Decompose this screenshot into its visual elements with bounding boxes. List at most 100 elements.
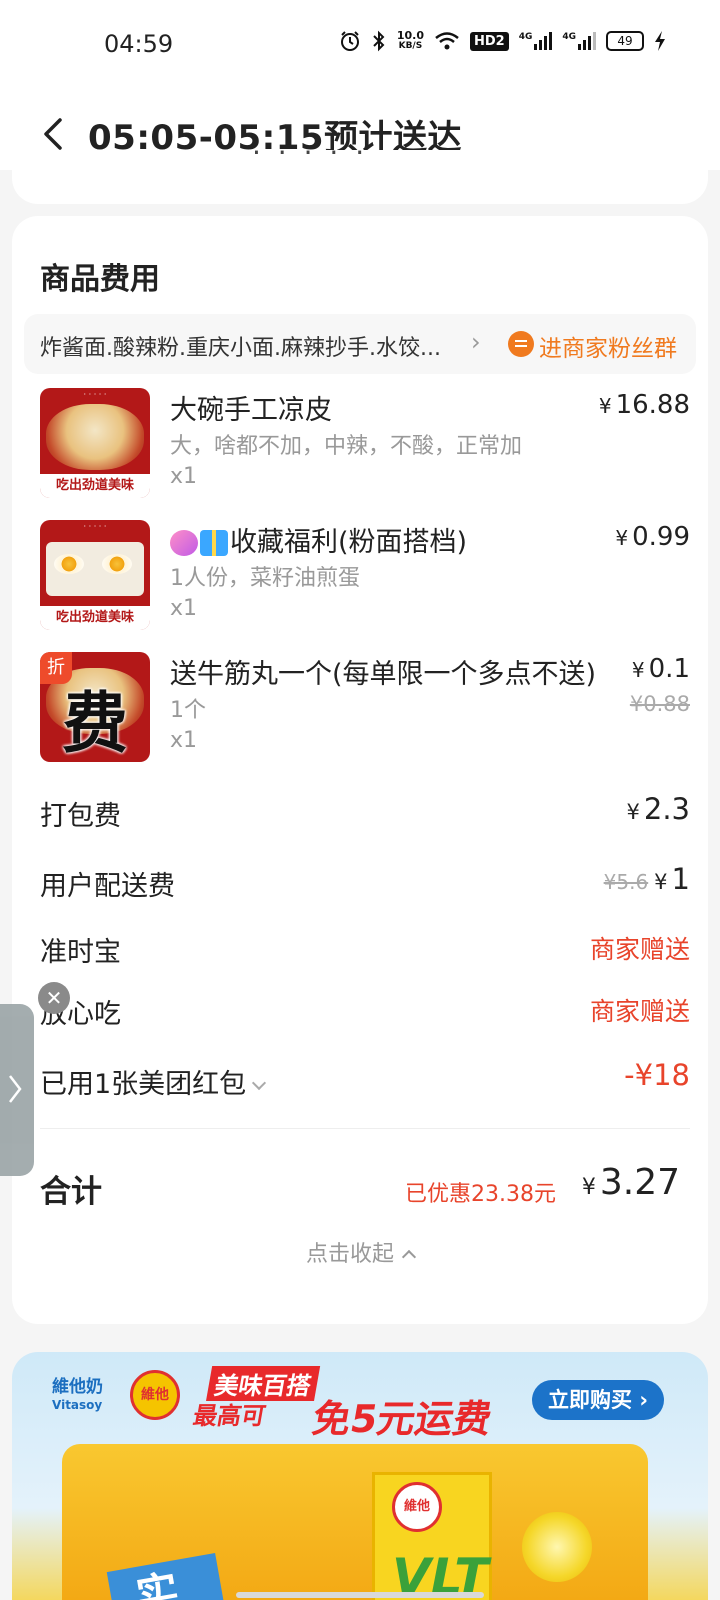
coupon-row[interactable]: 已用1张美团红包 -¥18 [40, 1058, 690, 1106]
buy-now-button[interactable]: 立即购买 › [532, 1380, 664, 1420]
currency-symbol: ¥ [626, 800, 640, 824]
total-value: ¥3.27 [582, 1162, 680, 1203]
fee-value: ¥5.6 ¥1 [604, 862, 690, 896]
fan-group-link[interactable]: 进商家粉丝群 [539, 329, 677, 363]
safe-eat-row: 放心吃 商家赠送 [40, 992, 690, 1036]
item-name: 大碗手工凉皮 [170, 395, 332, 426]
delivery-info-cut-text: · · · · · [252, 150, 369, 169]
item-price: ¥0.1 [632, 654, 690, 684]
chevron-right-icon [9, 1075, 22, 1103]
ad-line3: 免5元运费 [308, 1397, 496, 1441]
status-time: 04:59 [104, 30, 174, 58]
item-price: ¥0.99 [615, 522, 690, 552]
side-float-tab[interactable] [0, 1004, 34, 1176]
item-spec: 大，啥都不加，中辣，不酸，正常加 [170, 434, 523, 459]
currency-symbol: ¥ [631, 658, 645, 682]
currency-symbol: ¥ [615, 526, 629, 550]
shop-name[interactable]: 炸酱面.酸辣粉.重庆小面.麻辣抄手.水饺... [40, 330, 441, 362]
collapse-label: 点击收起 [305, 1242, 394, 1267]
item-original-price: ¥0.88 [629, 692, 690, 716]
fee-value: 商家赠送 [589, 997, 690, 1026]
item-name: 收藏福利(粉面搭档) [170, 520, 467, 559]
order-item: · · · · · 吃出劲道美味 收藏福利(粉面搭档) 1人份，菜籽油煎蛋 x1… [40, 520, 690, 640]
chevron-right-icon: › [471, 328, 481, 356]
vita-logo: 維他 [130, 1370, 180, 1420]
signal-2: 4G [562, 32, 596, 50]
fee-value: 商家赠送 [589, 935, 690, 964]
status-bar: 04:59 10.0 KB/S HD2 4G 4G 49 [0, 0, 720, 90]
item-spec: 1个 [170, 698, 206, 723]
item-spec: 1人份，菜籽油煎蛋 [170, 566, 360, 591]
order-item: 费 折 送牛筋丸一个(每单限一个多点不送) 1个 x1 ¥0.1 ¥0.88 [40, 652, 690, 772]
section-title: 商品费用 [40, 262, 160, 297]
item-name-text: 收藏福利(粉面搭档) [230, 527, 468, 558]
ontime-row: 准时宝 商家赠送 [40, 930, 690, 974]
gift-icon [200, 530, 228, 556]
net-speed: 10.0 KB/S [397, 30, 424, 52]
item-price: ¥16.88 [599, 390, 690, 420]
coupon-label-text: 已用1张美团红包 [40, 1069, 247, 1100]
ad-brand: 維他奶 Vitasoy [52, 1378, 103, 1414]
delivery-fee-row: 用户配送费 ¥5.6 ¥1 [40, 862, 690, 908]
gift-icons [170, 528, 228, 559]
wifi-icon [435, 32, 459, 50]
ad-brand-en: Vitasoy [52, 1398, 103, 1412]
buy-now-label: 立即购买 [548, 1388, 633, 1412]
price-value: 0.1 [648, 654, 690, 684]
fee-original: ¥5.6 [603, 870, 649, 894]
item-thumbnail: · · · · · 吃出劲道美味 [40, 388, 150, 498]
cost-card: 商品费用 炸酱面.酸辣粉.重庆小面.麻辣抄手.水饺... › 进商家粉丝群 · … [12, 216, 708, 1324]
net-speed-unit: KB/S [398, 41, 423, 51]
signal-1: 4G [519, 32, 553, 50]
ad-banner[interactable]: 維他奶 Vitasoy 維他 美味百搭 最高可 免5元运费 立即购买 › 实 維… [12, 1352, 708, 1600]
total-amount: 3.27 [599, 1162, 680, 1203]
charging-icon [655, 31, 665, 51]
coupon-label[interactable]: 已用1张美团红包 [40, 1062, 267, 1101]
discount-tag: 折 [40, 652, 72, 684]
packing-fee-row: 打包费 ¥2.3 [40, 792, 691, 838]
ad-headline: 美味百搭 最高可 免5元运费 [190, 1366, 532, 1441]
coupon-value: -¥18 [624, 1058, 690, 1092]
fee-value: ¥2.3 [627, 792, 691, 826]
collapse-button[interactable]: 点击收起 [12, 1236, 708, 1268]
order-item: · · · · · 吃出劲道美味 大碗手工凉皮 大，啥都不加，中辣，不酸，正常加… [40, 388, 690, 508]
alarm-icon [340, 31, 359, 51]
status-icons: 10.0 KB/S HD2 4G 4G 49 [339, 30, 666, 52]
bluetooth-icon [373, 30, 385, 52]
hd-badge: HD2 [469, 31, 509, 51]
item-thumbnail: · · · · · 吃出劲道美味 [40, 520, 150, 630]
item-qty: x1 [170, 728, 198, 753]
delivery-info-card: · · · · · [12, 150, 708, 204]
lemon-tea-logo: 維他 [392, 1482, 442, 1532]
close-icon[interactable]: ✕ [38, 982, 70, 1014]
back-arrow-icon[interactable] [38, 116, 68, 152]
price-value: 16.88 [615, 390, 690, 420]
chat-bubble-icon [508, 331, 534, 357]
thumb-topline: · · · · · [83, 522, 107, 531]
thumb-banner: 吃出劲道美味 [40, 606, 150, 630]
shop-bar[interactable]: 炸酱面.酸辣粉.重庆小面.麻辣抄手.水饺... › 进商家粉丝群 [24, 314, 696, 374]
home-indicator[interactable] [236, 1592, 484, 1598]
chevron-down-icon [252, 1075, 267, 1091]
signal-2-label: 4G [562, 32, 576, 42]
battery-icon: 49 [606, 31, 644, 51]
price-value: 0.99 [632, 522, 690, 552]
fee-amount: 1 [671, 862, 690, 896]
fee-label: 准时宝 [40, 937, 121, 968]
currency-symbol: ¥ [581, 1175, 596, 1200]
noodle-dish-image [46, 404, 144, 470]
lemon-image [522, 1512, 592, 1582]
egg-image [54, 554, 84, 574]
thumb-banner: 吃出劲道美味 [40, 474, 150, 498]
net-speed-value: 10.0 [396, 29, 424, 42]
total-label: 合计 [40, 1174, 102, 1210]
fee-label: 用户配送费 [40, 871, 175, 902]
signal-1-label: 4G [518, 32, 533, 42]
ad-brand-cn: 維他奶 [52, 1377, 103, 1397]
currency-symbol: ¥ [654, 870, 668, 894]
fee-amount: 2.3 [643, 792, 690, 826]
ad-line2: 最高可 [190, 1402, 268, 1430]
heart-icon [170, 530, 198, 556]
chevron-up-icon [401, 1249, 417, 1265]
currency-symbol: ¥ [598, 394, 612, 418]
